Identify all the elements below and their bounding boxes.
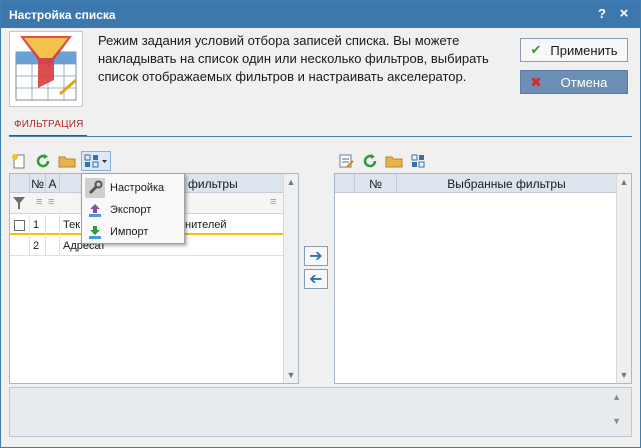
header-cell-selected-filters[interactable]: Выбранные фильтры bbox=[397, 174, 616, 193]
cancel-button[interactable]: ✖ Отмена bbox=[520, 70, 628, 94]
help-button[interactable]: ? bbox=[593, 5, 611, 23]
menu-item-label: Настройка bbox=[110, 182, 165, 194]
folder-icon-right[interactable] bbox=[384, 151, 404, 171]
close-button[interactable]: × bbox=[615, 5, 633, 23]
scroll-up-icon[interactable]: ▲ bbox=[612, 392, 621, 402]
filter-menu-icon[interactable]: ≡ bbox=[36, 196, 42, 208]
scroll-up-icon[interactable]: ▲ bbox=[284, 177, 298, 187]
menu-item-export[interactable]: Экспорт bbox=[82, 199, 184, 221]
edit-list-icon[interactable] bbox=[336, 151, 356, 171]
grid-header-right: № Выбранные фильтры bbox=[335, 174, 616, 193]
scroll-down-icon[interactable]: ▼ bbox=[617, 370, 631, 380]
arrow-right-icon: ➔ bbox=[309, 248, 323, 265]
arrow-left-icon: ➔ bbox=[309, 271, 323, 288]
refresh-icon[interactable] bbox=[33, 151, 53, 171]
filter-menu-icon[interactable]: ≡ bbox=[48, 196, 54, 208]
new-filter-icon[interactable] bbox=[9, 151, 29, 171]
row-number: 1 bbox=[30, 215, 46, 235]
row-name-tail: нителей bbox=[185, 219, 227, 231]
filter-table-icon bbox=[9, 31, 83, 107]
left-toolbar bbox=[9, 150, 115, 172]
cancel-label: Отмена bbox=[560, 74, 608, 90]
filter-menu-icon[interactable]: ≡ bbox=[270, 196, 276, 208]
right-scrollbar[interactable]: ▲ ▼ bbox=[616, 174, 631, 383]
tab-filtering[interactable]: ФИЛЬТРАЦИЯ bbox=[14, 119, 84, 130]
selected-filters-grid[interactable]: № Выбранные фильтры ▲ ▼ bbox=[334, 173, 632, 384]
bottom-info-panel: ▲ ▼ bbox=[9, 387, 632, 437]
grid-icon-right[interactable] bbox=[408, 151, 428, 171]
dialog-window: Настройка списка ? × Режим задания услов… bbox=[0, 0, 641, 448]
row-number: 2 bbox=[30, 236, 46, 256]
move-left-button[interactable]: ➔ bbox=[304, 269, 328, 289]
menu-item-label: Экспорт bbox=[110, 204, 152, 216]
menu-item-settings[interactable]: Настройка bbox=[82, 177, 184, 199]
import-icon bbox=[85, 222, 105, 242]
left-scrollbar[interactable]: ▲ ▼ bbox=[283, 174, 298, 383]
grid-menu-button[interactable] bbox=[81, 151, 111, 171]
header-cell-blank bbox=[10, 174, 30, 193]
scroll-up-icon[interactable]: ▲ bbox=[617, 177, 631, 187]
dialog-description: Режим задания условий отбора записей спи… bbox=[98, 33, 489, 84]
title-bar: Настройка списка ? × bbox=[1, 1, 640, 28]
header-cell-a[interactable]: А bbox=[46, 174, 60, 193]
row-checkbox-empty bbox=[10, 236, 30, 256]
row-checkbox[interactable] bbox=[10, 215, 30, 235]
apply-label: Применить bbox=[550, 42, 618, 58]
tab-divider bbox=[9, 136, 632, 137]
row-a-cell bbox=[46, 215, 60, 235]
apply-button[interactable]: ✔ Применить bbox=[520, 38, 628, 62]
header-cell-num[interactable]: № bbox=[30, 174, 46, 193]
checkmark-icon: ✔ bbox=[530, 42, 542, 57]
header-cell-num[interactable]: № bbox=[355, 174, 397, 193]
dialog-header: Режим задания условий отбора записей спи… bbox=[1, 28, 640, 113]
refresh-icon-right[interactable] bbox=[360, 151, 380, 171]
row-a-cell bbox=[46, 236, 60, 256]
right-toolbar bbox=[336, 150, 432, 172]
wrench-icon bbox=[85, 178, 105, 198]
export-icon bbox=[85, 200, 105, 220]
row-name-text: Тек bbox=[63, 219, 81, 231]
move-right-button[interactable]: ➔ bbox=[304, 246, 328, 266]
menu-item-import[interactable]: Импорт bbox=[82, 221, 184, 243]
cross-icon: ✖ bbox=[530, 73, 542, 90]
menu-item-label: Импорт bbox=[110, 226, 149, 238]
folder-icon[interactable] bbox=[57, 151, 77, 171]
scroll-down-icon[interactable]: ▼ bbox=[612, 416, 621, 426]
header-cell-blank bbox=[335, 174, 355, 193]
grid-context-menu: Настройка Экспорт Импорт bbox=[81, 173, 185, 244]
funnel-icon[interactable] bbox=[12, 196, 26, 213]
scroll-down-icon[interactable]: ▼ bbox=[284, 370, 298, 380]
window-title: Настройка списка bbox=[9, 8, 116, 22]
